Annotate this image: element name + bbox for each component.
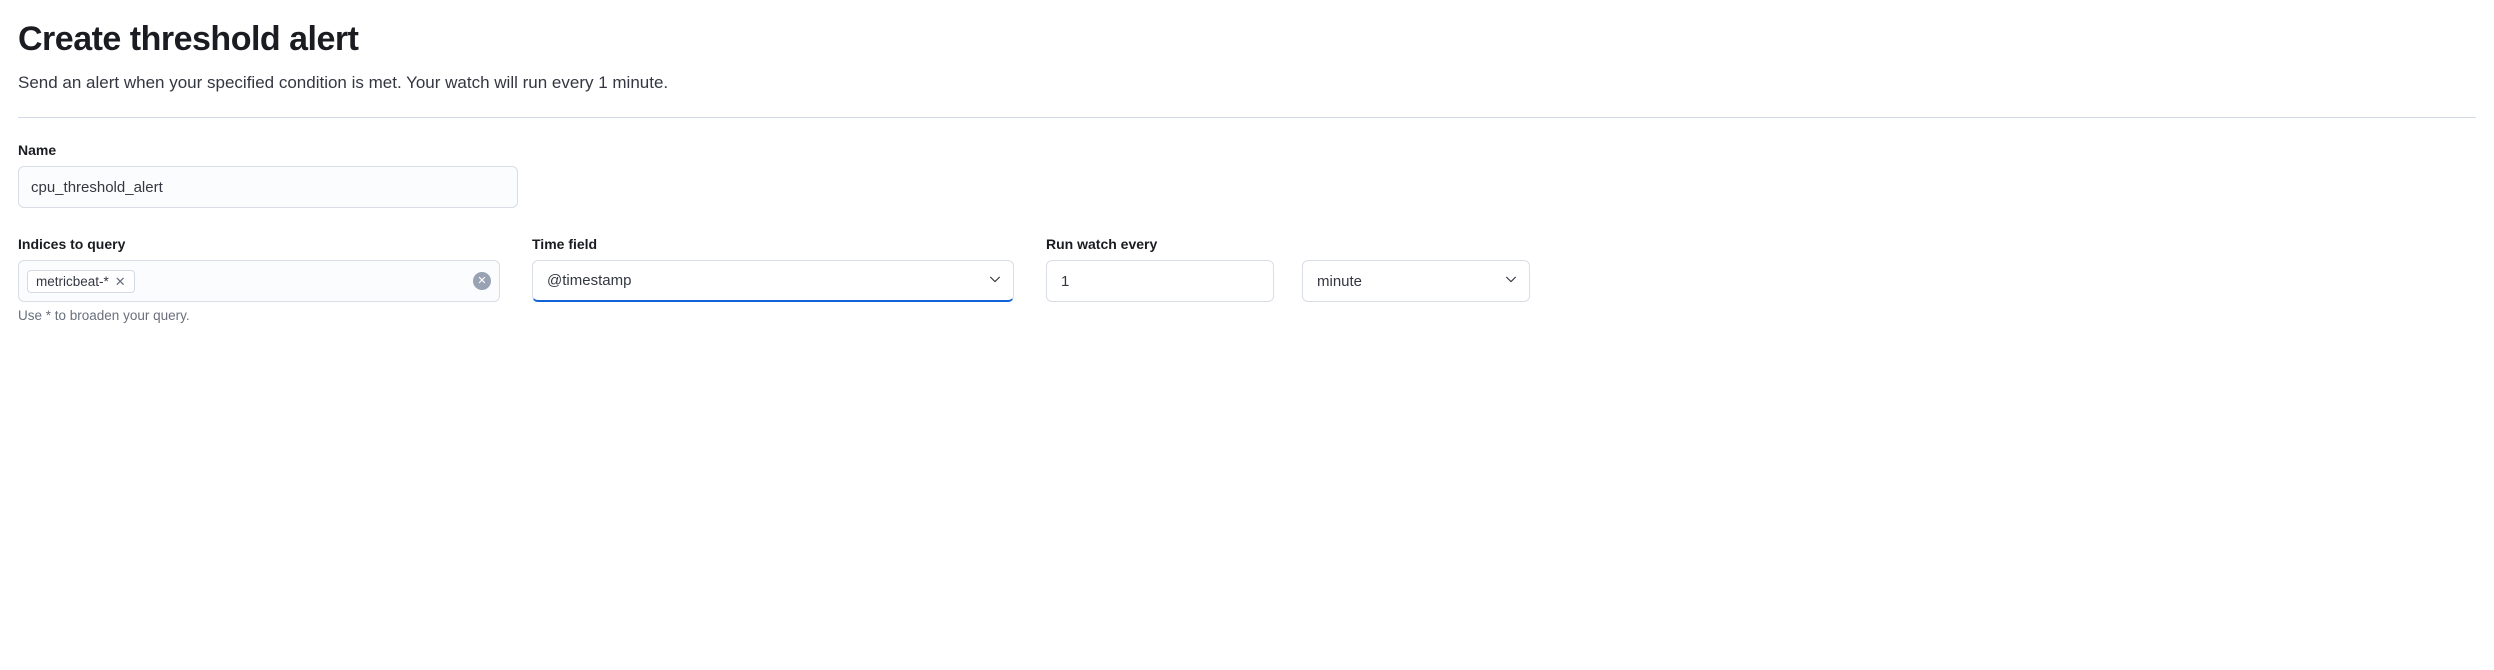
index-pill-text: metricbeat-* [36,274,109,289]
index-pill[interactable]: metricbeat-* ✕ [27,270,135,293]
indices-combobox[interactable]: metricbeat-* ✕ ✕ [18,260,500,302]
divider [18,117,2476,118]
timefield-select[interactable] [532,260,1014,302]
name-label: Name [18,142,2476,158]
indices-help-text: Use * to broaden your query. [18,308,500,323]
page-title: Create threshold alert [18,20,2476,59]
runwatch-label: Run watch every [1046,236,1530,252]
indices-label: Indices to query [18,236,500,252]
runwatch-interval-input[interactable] [1046,260,1274,302]
clear-all-icon[interactable]: ✕ [473,272,491,290]
runwatch-unit-select[interactable] [1302,260,1530,302]
remove-pill-icon[interactable]: ✕ [115,275,126,288]
timefield-label: Time field [532,236,1014,252]
name-input[interactable] [18,166,518,208]
page-description: Send an alert when your specified condit… [18,73,2476,93]
